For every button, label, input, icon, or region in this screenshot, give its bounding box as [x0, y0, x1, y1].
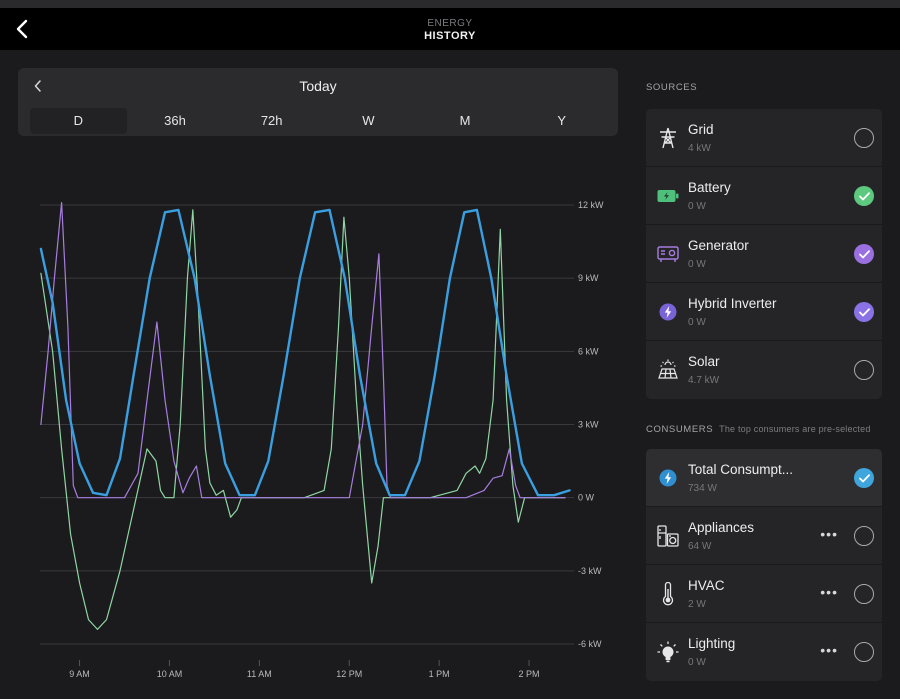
source-item-hybrid-inverter[interactable]: Hybrid Inverter 0 W — [646, 283, 882, 341]
consumer-item-total-consumption[interactable]: Total Consumpt... 734 W — [646, 449, 882, 507]
source-checkbox[interactable] — [854, 360, 874, 380]
more-options-button[interactable]: ••• — [820, 585, 838, 599]
series-line-battery — [40, 209, 566, 630]
source-checkbox[interactable] — [854, 244, 874, 264]
source-checkbox[interactable] — [854, 186, 874, 206]
consumer-name: Total Consumpt... — [688, 462, 794, 477]
consumers-title-text: CONSUMERS — [646, 424, 714, 435]
consumers-list: Total Consumpt... 734 W Appliances 64 W … — [646, 449, 882, 681]
source-name: Solar — [688, 354, 720, 369]
lightning-icon — [656, 466, 680, 490]
consumer-value: 2 W — [688, 599, 706, 610]
source-value: 0 W — [688, 317, 706, 328]
checkmark-icon — [858, 191, 870, 200]
y-tick-label: 9 kW — [578, 273, 599, 283]
y-tick-label: -6 kW — [578, 639, 602, 649]
source-name: Generator — [688, 238, 749, 253]
series-line-total-consumption — [39, 208, 571, 497]
consumer-name: HVAC — [688, 578, 725, 593]
energy-chart[interactable]: 12 kW 9 kW 6 kW 3 kW 0 W -3 kW -6 kW 9 AM 10 AM 1… — [18, 150, 618, 695]
y-tick-label: 3 kW — [578, 420, 599, 430]
source-name: Grid — [688, 122, 714, 137]
consumer-name: Appliances — [688, 520, 755, 535]
tab-day[interactable]: D — [30, 108, 127, 134]
x-tick-label: 12 PM — [336, 669, 362, 679]
consumer-checkbox[interactable] — [854, 642, 874, 662]
sources-list: Grid 4 kW Battery 0 W Generator 0 W Hybr… — [646, 109, 882, 399]
page-title: HISTORY — [424, 30, 476, 42]
status-strip — [0, 0, 900, 8]
grid-tower-icon — [656, 126, 680, 150]
range-selector: Today D 36h 72h W M Y — [18, 68, 618, 136]
tab-72h[interactable]: 72h — [223, 108, 320, 134]
app-header: ENERGY HISTORY — [0, 8, 900, 50]
battery-icon — [656, 184, 680, 208]
y-tick-label: -3 kW — [578, 566, 602, 576]
lightbulb-icon — [656, 640, 680, 664]
consumer-checkbox[interactable] — [854, 584, 874, 604]
y-tick-label: 12 kW — [578, 200, 604, 210]
appliances-icon — [656, 524, 680, 548]
x-tick-label: 2 PM — [519, 669, 540, 679]
source-value: 0 W — [688, 201, 706, 212]
tab-month[interactable]: M — [417, 108, 514, 134]
checkmark-icon — [858, 307, 870, 316]
checkmark-icon — [858, 249, 870, 258]
header-eyebrow: ENERGY — [427, 18, 473, 29]
consumers-title: CONSUMERS The top consumers are pre-selec… — [646, 421, 886, 437]
generator-icon — [656, 242, 680, 266]
source-checkbox[interactable] — [854, 128, 874, 148]
x-tick-label: 1 PM — [429, 669, 450, 679]
source-value: 4.7 kW — [688, 375, 720, 386]
consumer-value: 64 W — [688, 541, 712, 552]
consumer-name: Lighting — [688, 636, 736, 651]
source-name: Hybrid Inverter — [688, 296, 777, 311]
source-item-grid[interactable]: Grid 4 kW — [646, 109, 882, 167]
x-tick-label: 10 AM — [157, 669, 183, 679]
tab-year[interactable]: Y — [513, 108, 610, 134]
sources-title: SOURCES — [646, 82, 698, 93]
x-tick-label: 11 AM — [247, 669, 272, 679]
source-item-battery[interactable]: Battery 0 W — [646, 167, 882, 225]
checkmark-icon — [858, 473, 870, 482]
consumer-checkbox[interactable] — [854, 468, 874, 488]
y-tick-label: 0 W — [578, 493, 595, 503]
more-options-button[interactable]: ••• — [820, 527, 838, 541]
back-button[interactable] — [6, 10, 38, 48]
source-checkbox[interactable] — [854, 302, 874, 322]
tab-week[interactable]: W — [320, 108, 417, 134]
period-title: Today — [299, 78, 337, 94]
solar-panel-icon — [656, 358, 680, 382]
consumers-hint: The top consumers are pre-selected — [719, 424, 871, 434]
consumer-item-lighting[interactable]: Lighting 0 W ••• — [646, 623, 882, 681]
energy-chart-svg: 12 kW 9 kW 6 kW 3 kW 0 W -3 kW -6 kW 9 AM 10 AM 1… — [39, 200, 604, 679]
source-name: Battery — [688, 180, 731, 195]
source-value: 4 kW — [688, 143, 711, 154]
range-tabs: D 36h 72h W M Y — [30, 108, 610, 134]
lightning-icon — [656, 300, 680, 324]
y-tick-label: 6 kW — [578, 346, 599, 356]
consumer-item-appliances[interactable]: Appliances 64 W ••• — [646, 507, 882, 565]
consumer-value: 0 W — [688, 657, 706, 668]
source-item-generator[interactable]: Generator 0 W — [646, 225, 882, 283]
right-panel: SOURCES Grid 4 kW Battery 0 W Generator — [646, 68, 886, 681]
consumer-checkbox[interactable] — [854, 526, 874, 546]
thermometer-icon — [656, 582, 680, 606]
source-item-solar[interactable]: Solar 4.7 kW — [646, 341, 882, 399]
x-tick-label: 9 AM — [69, 669, 90, 679]
source-value: 0 W — [688, 259, 706, 270]
more-options-button[interactable]: ••• — [820, 643, 838, 657]
tab-36h[interactable]: 36h — [127, 108, 224, 134]
consumer-value: 734 W — [688, 483, 717, 494]
consumer-item-hvac[interactable]: HVAC 2 W ••• — [646, 565, 882, 623]
